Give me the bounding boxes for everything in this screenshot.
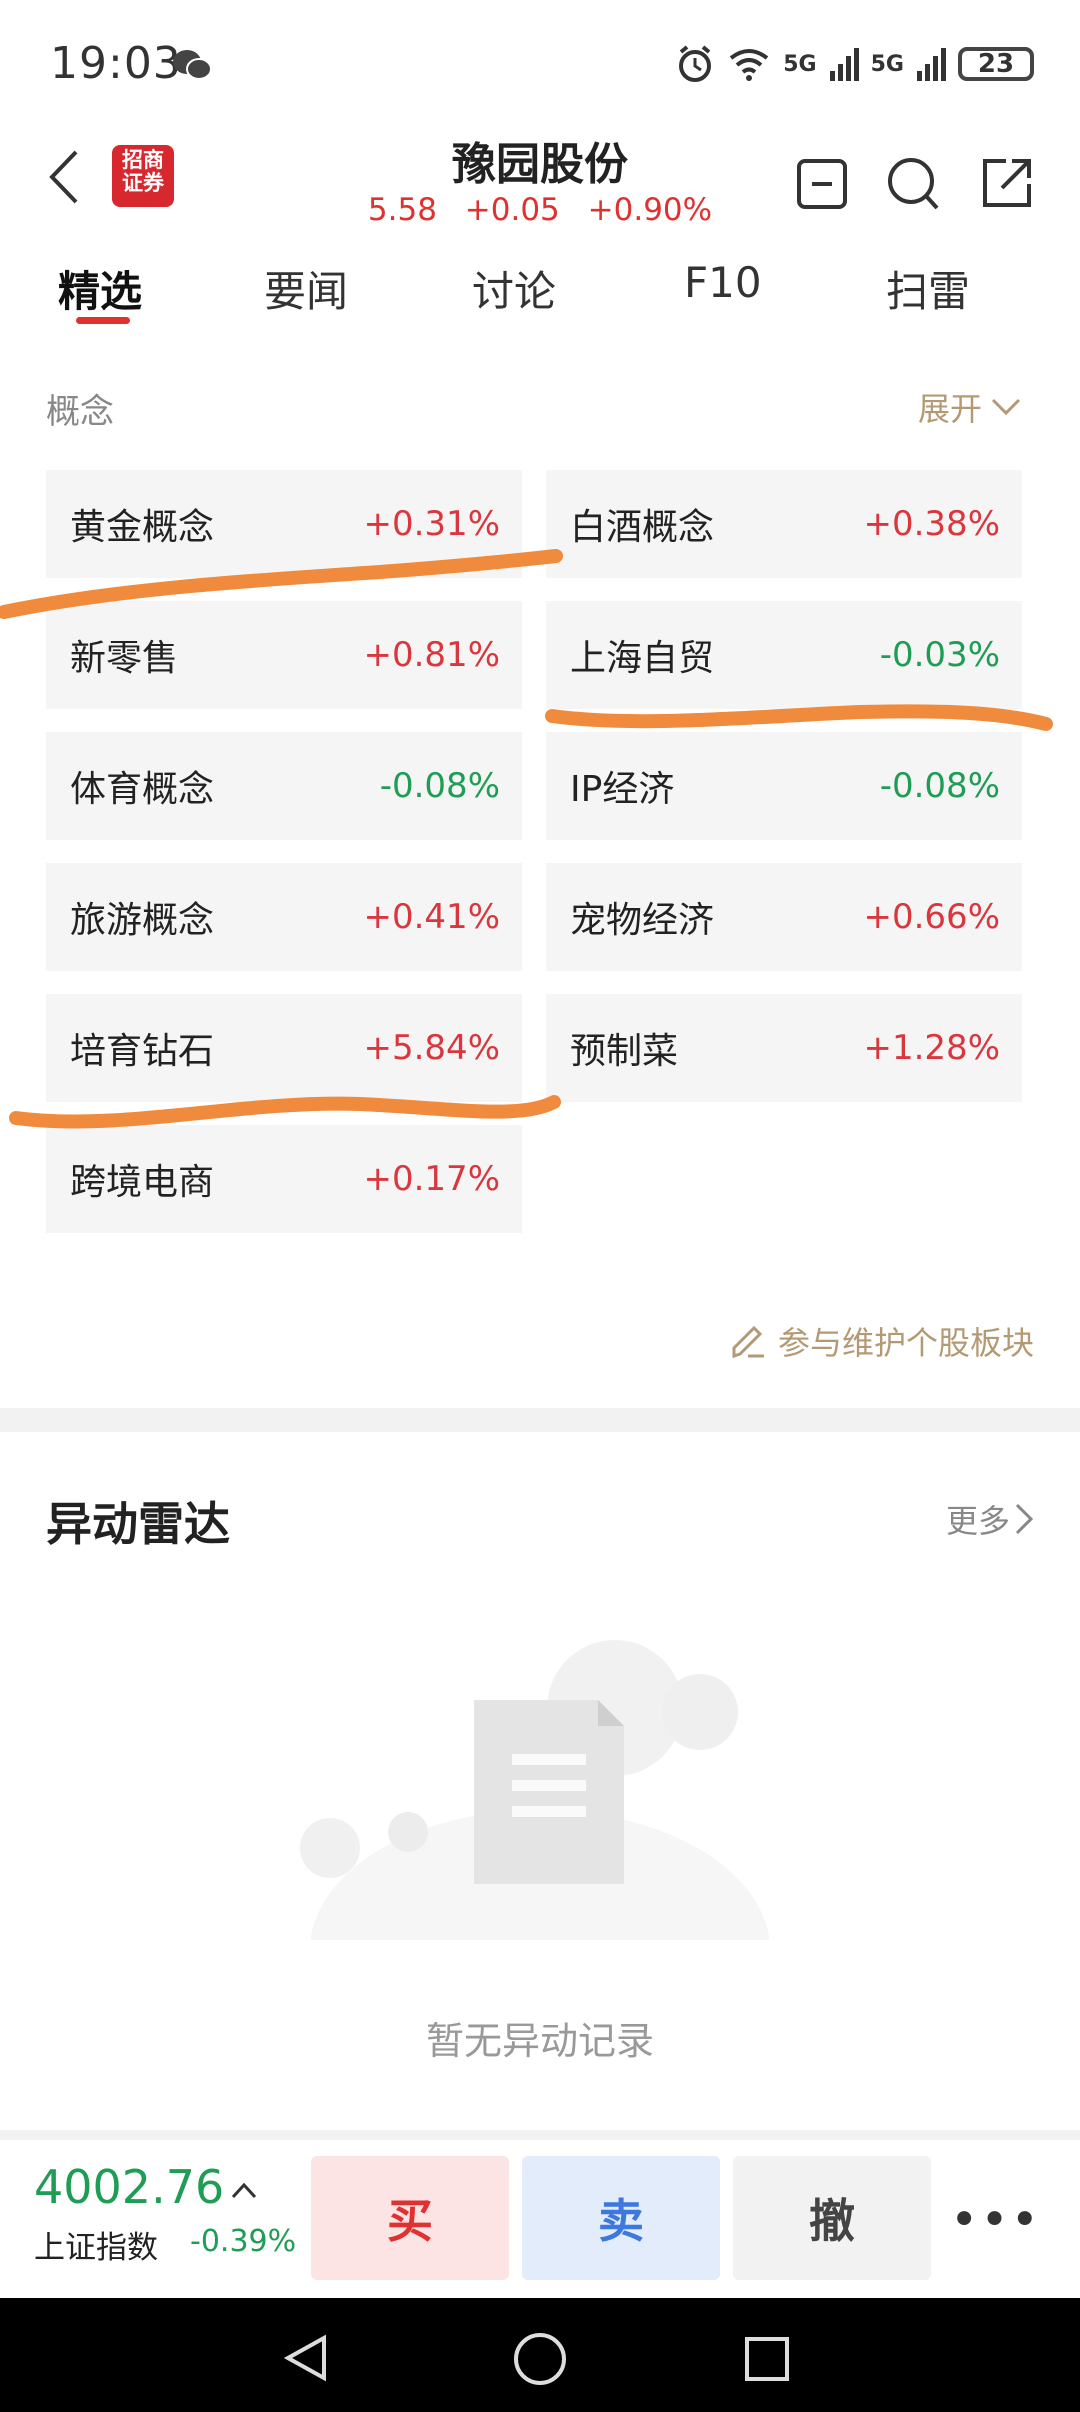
sell-button[interactable]: 卖 (522, 2156, 720, 2280)
highlight-stroke-gold (0, 549, 563, 619)
radar-more-link[interactable]: 更多 (946, 1496, 1034, 1542)
nav-recents-icon[interactable] (744, 2336, 790, 2382)
bottom-divider (0, 2130, 1080, 2140)
index-name: 上证指数 (34, 2230, 158, 2266)
more-options-button[interactable]: ••• (950, 2192, 1041, 2248)
highlight-stroke-diamond (9, 1095, 561, 1129)
empty-document-illustration (300, 1640, 770, 1940)
cancel-order-button[interactable]: 撤 (733, 2156, 931, 2280)
nav-back-icon[interactable] (284, 2334, 328, 2382)
edit-pencil-icon (732, 1325, 764, 1359)
buy-button[interactable]: 买 (311, 2156, 509, 2280)
highlight-strokes (0, 549, 1053, 1129)
radar-title: 异动雷达 (46, 1497, 230, 1551)
index-value[interactable]: 4002.76 (34, 2160, 224, 2214)
highlight-stroke-shanghai (545, 704, 1053, 731)
chevron-up-icon[interactable] (230, 2180, 258, 2200)
maintain-label: 参与维护个股板块 (777, 1324, 1034, 1362)
system-navigation-bar (0, 2298, 1080, 2412)
chevron-right-icon (1015, 1503, 1034, 1535)
section-divider (0, 1408, 1080, 1432)
index-change: -0.39% (190, 2224, 297, 2259)
maintain-sectors-link[interactable]: 参与维护个股板块 (728, 1318, 1034, 1364)
more-label: 更多 (945, 1502, 1010, 1540)
nav-home-icon[interactable] (512, 2331, 568, 2387)
radar-empty-text: 暂无异动记录 (425, 2019, 654, 2063)
